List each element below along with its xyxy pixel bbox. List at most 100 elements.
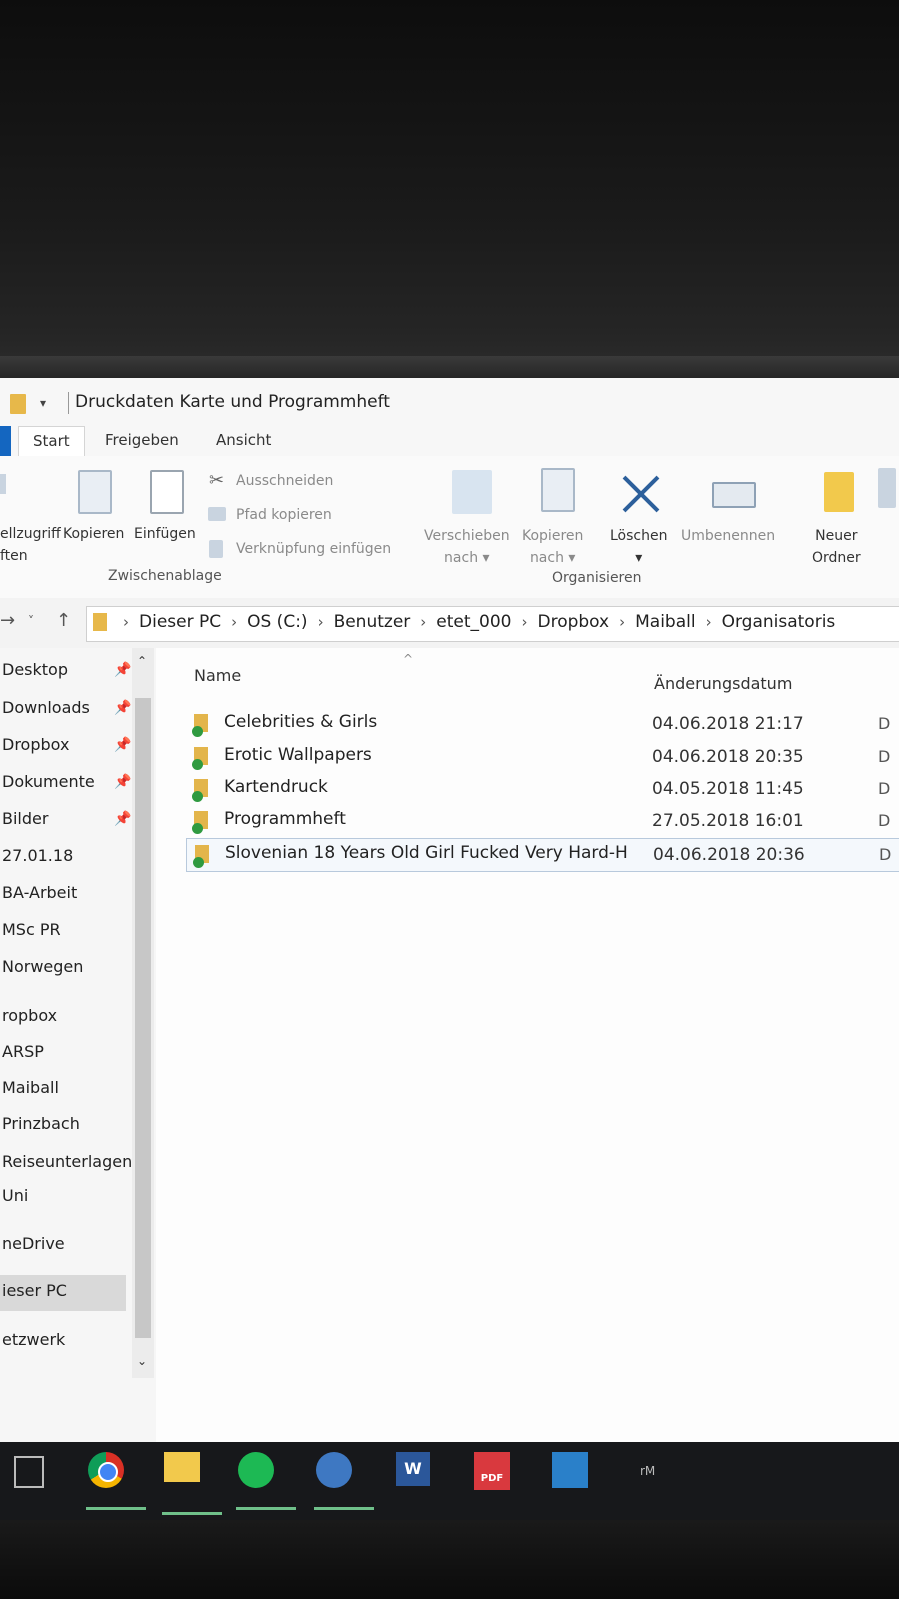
crumb-benutzer[interactable]: Benutzer xyxy=(334,612,411,632)
scroll-up-icon[interactable]: ⌃ xyxy=(137,654,147,668)
paste-icon xyxy=(150,470,184,514)
file-explorer-icon[interactable] xyxy=(162,1452,222,1515)
sync-check-icon xyxy=(192,823,203,834)
nav-item-label: ieser PC xyxy=(2,1281,67,1300)
running-indicator xyxy=(314,1507,374,1510)
new-item-icon[interactable] xyxy=(878,468,896,508)
nav-item-dropbox-root[interactable]: ropbox xyxy=(2,1006,57,1025)
chevron-right-icon: › xyxy=(420,613,427,631)
rm-tray-icon[interactable]: rM xyxy=(640,1464,688,1514)
title-separator xyxy=(68,392,69,414)
pin-icon[interactable]: 📌 xyxy=(114,662,131,678)
scrollbar-thumb[interactable] xyxy=(135,698,151,1338)
pin-icon[interactable]: 📌 xyxy=(114,774,131,790)
file-row[interactable]: Erotic Wallpapers 04.06.2018 20:35 D xyxy=(186,741,899,773)
copy-button[interactable]: Kopieren xyxy=(63,523,124,545)
word-icon[interactable]: W xyxy=(396,1452,430,1486)
tab-ansicht[interactable]: Ansicht xyxy=(216,431,271,449)
forward-arrow-icon[interactable]: → xyxy=(0,610,15,631)
nav-item-dokumente[interactable]: Dokumente xyxy=(2,772,95,791)
nav-item-msc-pr[interactable]: MSc PR xyxy=(2,920,61,939)
move-to-button[interactable]: Verschieben nach ▾ xyxy=(424,525,510,569)
file-name: Kartendruck xyxy=(224,777,328,797)
running-indicator xyxy=(162,1512,222,1515)
folder-icon xyxy=(10,394,26,414)
tab-freigeben[interactable]: Freigeben xyxy=(105,431,179,449)
file-date: 27.05.2018 16:01 xyxy=(652,811,804,831)
pdf-icon[interactable]: PDF xyxy=(474,1452,510,1490)
up-arrow-icon[interactable]: ↑ xyxy=(56,610,71,631)
running-indicator xyxy=(236,1507,296,1510)
pin-icon[interactable]: 📌 xyxy=(114,737,131,753)
chevron-right-icon: › xyxy=(705,613,712,631)
remote-desktop-icon[interactable] xyxy=(552,1452,588,1488)
nav-item-uni[interactable]: Uni xyxy=(2,1186,28,1205)
column-header-date[interactable]: Änderungsdatum xyxy=(654,674,792,693)
delete-button[interactable]: Löschen ▾ xyxy=(610,525,667,569)
nav-item-desktop[interactable]: Desktop xyxy=(2,660,68,679)
breadcrumb: › Dieser PC › OS (C:) › Benutzer › etet_000 › Dro… xyxy=(117,612,839,632)
crumb-os-c[interactable]: OS (C:) xyxy=(247,612,307,632)
file-row[interactable]: Programmheft 27.05.2018 16:01 D xyxy=(186,805,899,837)
chevron-right-icon: › xyxy=(231,613,238,631)
scroll-down-icon[interactable]: ⌄ xyxy=(137,1354,147,1368)
file-date: 04.05.2018 11:45 xyxy=(652,779,804,799)
monitor-bezel-edge xyxy=(0,356,899,378)
nav-item-downloads[interactable]: Downloads xyxy=(2,698,90,717)
crumb-dropbox[interactable]: Dropbox xyxy=(537,612,609,632)
crumb-maiball[interactable]: Maiball xyxy=(635,612,695,632)
monitor-bezel-bottom xyxy=(0,1520,899,1599)
nav-item-ba-arbeit[interactable]: BA-Arbeit xyxy=(2,883,77,902)
title-bar: ▾ Druckdaten Karte und Programmheft xyxy=(0,378,899,426)
new-folder-button[interactable]: Neuer Ordner xyxy=(812,525,861,569)
pin-icon[interactable]: 📌 xyxy=(114,811,131,827)
nav-item-onedrive[interactable]: neDrive xyxy=(2,1234,65,1253)
copy-to-button[interactable]: Kopieren nach ▾ xyxy=(522,525,583,569)
ribbon-tabs: Start Freigeben Ansicht xyxy=(0,426,899,462)
new-folder-icon xyxy=(824,472,854,512)
task-view-icon[interactable] xyxy=(14,1456,44,1488)
nav-item-netzwerk[interactable]: etzwerk xyxy=(2,1330,65,1349)
nav-item-arsp[interactable]: ARSP xyxy=(2,1042,44,1061)
paste-button[interactable]: Einfügen xyxy=(134,523,196,545)
nav-item-prinzbach[interactable]: Prinzbach xyxy=(2,1114,80,1133)
nav-item-norwegen[interactable]: Norwegen xyxy=(2,957,83,976)
file-type: D xyxy=(878,714,891,733)
chevron-right-icon: › xyxy=(123,613,129,631)
group-clipboard-label: Zwischenablage xyxy=(108,568,222,584)
column-header-name[interactable]: Name xyxy=(194,666,241,685)
file-name: Programmheft xyxy=(224,809,346,829)
pin-quick-access-button[interactable]: ellzugriff ften xyxy=(0,523,61,567)
sync-check-icon xyxy=(192,791,203,802)
nav-item-dieser-pc[interactable]: ieser PC xyxy=(0,1275,126,1311)
file-row-selected[interactable]: Slovenian 18 Years Old Girl Fucked Very … xyxy=(186,838,899,872)
nav-item-maiball[interactable]: Maiball xyxy=(2,1078,59,1097)
cut-button[interactable]: Ausschneiden xyxy=(236,470,333,492)
chevron-right-icon: › xyxy=(521,613,528,631)
tab-start[interactable]: Start xyxy=(18,426,85,456)
sync-check-icon xyxy=(193,857,204,868)
nav-item-dropbox[interactable]: Dropbox xyxy=(2,735,69,754)
rename-button[interactable]: Umbenennen xyxy=(681,525,775,547)
nav-scrollbar[interactable]: ⌃ ⌄ xyxy=(132,648,154,1378)
nav-item-reiseunterlagen[interactable]: Reiseunterlagen xyxy=(2,1152,132,1171)
crumb-etet-000[interactable]: etet_000 xyxy=(436,612,511,632)
crumb-organisatorisches[interactable]: Organisatoris xyxy=(722,612,836,632)
nav-item-27-01-18[interactable]: 27.01.18 xyxy=(2,846,73,865)
navigation-pane: Desktop 📌 Downloads 📌 Dropbox 📌 Dokument… xyxy=(0,648,156,1448)
pin-icon[interactable]: 📌 xyxy=(114,700,131,716)
crumb-dieser-pc[interactable]: Dieser PC xyxy=(139,612,221,632)
spotify-icon[interactable] xyxy=(236,1452,296,1510)
quick-access-toolbar-dropdown-icon[interactable]: ▾ xyxy=(40,396,46,410)
recent-locations-chevron-icon[interactable]: ˅ xyxy=(28,614,34,628)
nav-item-bilder[interactable]: Bilder xyxy=(2,809,48,828)
thunderbird-icon[interactable] xyxy=(314,1452,374,1510)
file-row[interactable]: Celebrities & Girls 04.06.2018 21:17 D xyxy=(186,708,899,740)
file-list: ^ Name Änderungsdatum Celebrities & Girl… xyxy=(156,648,899,1448)
running-indicator xyxy=(86,1507,146,1510)
chrome-icon[interactable] xyxy=(86,1452,146,1510)
file-row[interactable]: Kartendruck 04.05.2018 11:45 D xyxy=(186,773,899,805)
address-bar[interactable]: › Dieser PC › OS (C:) › Benutzer › etet_000 › Dro… xyxy=(86,606,899,642)
paste-shortcut-button[interactable]: Verknüpfung einfügen xyxy=(236,538,391,560)
copy-path-button[interactable]: Pfad kopieren xyxy=(236,504,332,526)
